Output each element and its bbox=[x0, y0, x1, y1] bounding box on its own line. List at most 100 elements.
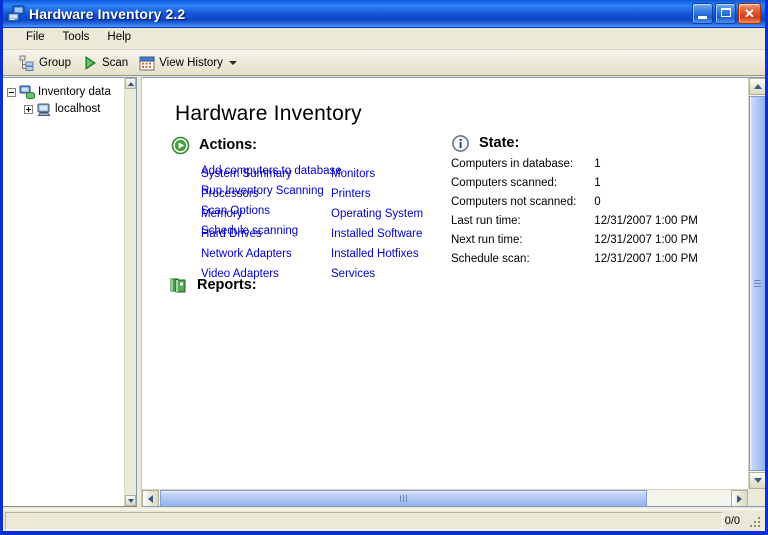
menu-bar: File Tools Help bbox=[3, 28, 765, 50]
scroll-left-button[interactable] bbox=[142, 490, 159, 506]
minimize-button[interactable] bbox=[692, 3, 713, 24]
link-network-adapters[interactable]: Network Adapters bbox=[201, 244, 292, 264]
vertical-scroll-thumb[interactable] bbox=[749, 96, 765, 471]
table-row: Computers scanned: 1 bbox=[451, 177, 698, 196]
state-value: 12/31/2007 1:00 PM bbox=[594, 215, 698, 227]
link-hard-drives[interactable]: Hard Drives bbox=[201, 224, 262, 244]
state-label: Next run time: bbox=[451, 234, 523, 246]
group-tree-icon bbox=[19, 55, 35, 71]
state-value: 1 bbox=[594, 158, 601, 170]
reports-column-right: Monitors Printers Operating System Insta… bbox=[331, 164, 423, 284]
page-title: Hardware Inventory bbox=[175, 102, 362, 125]
view-history-button-label: View History bbox=[159, 56, 223, 69]
status-counter-group: 0/0 bbox=[725, 514, 763, 528]
status-counter: 0/0 bbox=[724, 514, 740, 527]
table-row: Schedule scan: 12/31/2007 1:00 PM bbox=[451, 253, 698, 272]
application-window: Hardware Inventory 2.2 ✕ File Tools Help bbox=[0, 0, 768, 535]
expand-expander-icon[interactable] bbox=[24, 105, 33, 114]
state-label: Schedule scan: bbox=[451, 253, 530, 265]
grip-lines-icon bbox=[754, 280, 761, 287]
state-label: Computers not scanned: bbox=[451, 196, 577, 208]
link-installed-hotfixes[interactable]: Installed Hotfixes bbox=[331, 244, 419, 264]
green-play-icon bbox=[82, 55, 98, 71]
link-printers[interactable]: Printers bbox=[331, 184, 371, 204]
green-books-icon bbox=[169, 276, 188, 295]
link-system-summary[interactable]: System Summary bbox=[201, 164, 292, 184]
computers-network-icon bbox=[7, 5, 25, 23]
chevron-down-icon[interactable] bbox=[228, 60, 237, 65]
info-circle-icon bbox=[451, 134, 470, 153]
scan-button[interactable]: Scan bbox=[78, 52, 135, 74]
table-row: Last run time: 12/31/2007 1:00 PM bbox=[451, 215, 698, 234]
link-video-adapters[interactable]: Video Adapters bbox=[201, 264, 279, 284]
scroll-right-button[interactable] bbox=[731, 490, 748, 506]
scrollbar-corner bbox=[748, 489, 765, 506]
window-title: Hardware Inventory 2.2 bbox=[29, 5, 186, 22]
state-table: Computers in database: 1 Computers scann… bbox=[451, 158, 698, 272]
sidebar-item-inventory-data[interactable]: Inventory data bbox=[7, 84, 136, 101]
sidebar-item-label: localhost bbox=[55, 102, 101, 115]
close-button[interactable]: ✕ bbox=[738, 3, 761, 24]
sidebar-scrollbar[interactable] bbox=[124, 78, 136, 506]
table-row: Next run time: 12/31/2007 1:00 PM bbox=[451, 234, 698, 253]
green-play-circle-icon bbox=[171, 136, 190, 155]
state-heading-label: State: bbox=[479, 135, 520, 151]
state-label: Last run time: bbox=[451, 215, 521, 227]
resize-grip-icon[interactable] bbox=[748, 514, 761, 528]
menu-file[interactable]: File bbox=[17, 30, 54, 47]
inventory-tree: Inventory data localhost bbox=[3, 78, 136, 118]
sidebar-scroll-down-button[interactable] bbox=[125, 495, 136, 506]
group-button[interactable]: Group bbox=[15, 52, 78, 74]
sidebar-tree-pane: Inventory data localhost bbox=[3, 77, 136, 507]
chevron-down-icon bbox=[753, 478, 762, 483]
work-area: Inventory data localhost Hardware Invent… bbox=[3, 77, 765, 507]
sidebar-item-localhost[interactable]: localhost bbox=[7, 101, 136, 118]
status-bar: 0/0 bbox=[3, 509, 765, 531]
state-label: Computers scanned: bbox=[451, 177, 558, 189]
link-monitors[interactable]: Monitors bbox=[331, 164, 375, 184]
state-value: 12/31/2007 1:00 PM bbox=[594, 234, 698, 246]
menu-tools[interactable]: Tools bbox=[54, 30, 99, 47]
reports-column-left: System Summary Processors Memory Hard Dr… bbox=[201, 164, 331, 284]
content-pane: Hardware Inventory Actions: Add computer… bbox=[142, 77, 765, 507]
group-button-label: Group bbox=[39, 56, 71, 69]
collapse-expander-icon[interactable] bbox=[7, 88, 16, 97]
view-history-button[interactable]: View History bbox=[135, 52, 244, 74]
table-row: Computers not scanned: 0 bbox=[451, 196, 698, 215]
window-controls: ✕ bbox=[692, 3, 763, 24]
close-icon: ✕ bbox=[744, 5, 755, 21]
chevron-right-icon bbox=[737, 494, 742, 503]
grip-lines-icon bbox=[400, 495, 407, 502]
reports-link-grid: System Summary Processors Memory Hard Dr… bbox=[201, 164, 423, 284]
menu-help[interactable]: Help bbox=[98, 30, 140, 47]
scan-button-label: Scan bbox=[101, 56, 129, 69]
state-heading: State: bbox=[451, 134, 519, 153]
scroll-down-button[interactable] bbox=[749, 472, 765, 489]
computer-icon bbox=[36, 102, 52, 117]
actions-heading-label: Actions: bbox=[199, 137, 257, 153]
title-bar: Hardware Inventory 2.2 ✕ bbox=[3, 0, 765, 28]
link-processors[interactable]: Processors bbox=[201, 184, 259, 204]
content-vertical-scrollbar[interactable] bbox=[748, 78, 765, 489]
maximize-button[interactable] bbox=[715, 3, 736, 24]
state-value: 12/31/2007 1:00 PM bbox=[594, 253, 698, 265]
content-horizontal-scrollbar[interactable] bbox=[142, 489, 748, 506]
link-services[interactable]: Services bbox=[331, 264, 375, 284]
scroll-up-button[interactable] bbox=[749, 78, 765, 95]
inventory-database-icon bbox=[19, 85, 35, 100]
state-label: Computers in database: bbox=[451, 158, 574, 170]
actions-heading: Actions: bbox=[171, 136, 257, 155]
state-value: 1 bbox=[594, 177, 601, 189]
report-canvas: Hardware Inventory Actions: Add computer… bbox=[142, 78, 748, 489]
link-installed-software[interactable]: Installed Software bbox=[331, 224, 422, 244]
sidebar-item-label: Inventory data bbox=[38, 85, 111, 98]
state-value: 0 bbox=[594, 196, 601, 208]
table-row: Computers in database: 1 bbox=[451, 158, 698, 177]
toolbar: Group Scan View History bbox=[3, 50, 765, 76]
link-memory[interactable]: Memory bbox=[201, 204, 243, 224]
calendar-icon bbox=[139, 55, 155, 71]
sidebar-scroll-up-button[interactable] bbox=[125, 78, 136, 89]
horizontal-scroll-thumb[interactable] bbox=[160, 490, 647, 506]
chevron-left-icon bbox=[148, 494, 153, 503]
link-operating-system[interactable]: Operating System bbox=[331, 204, 423, 224]
